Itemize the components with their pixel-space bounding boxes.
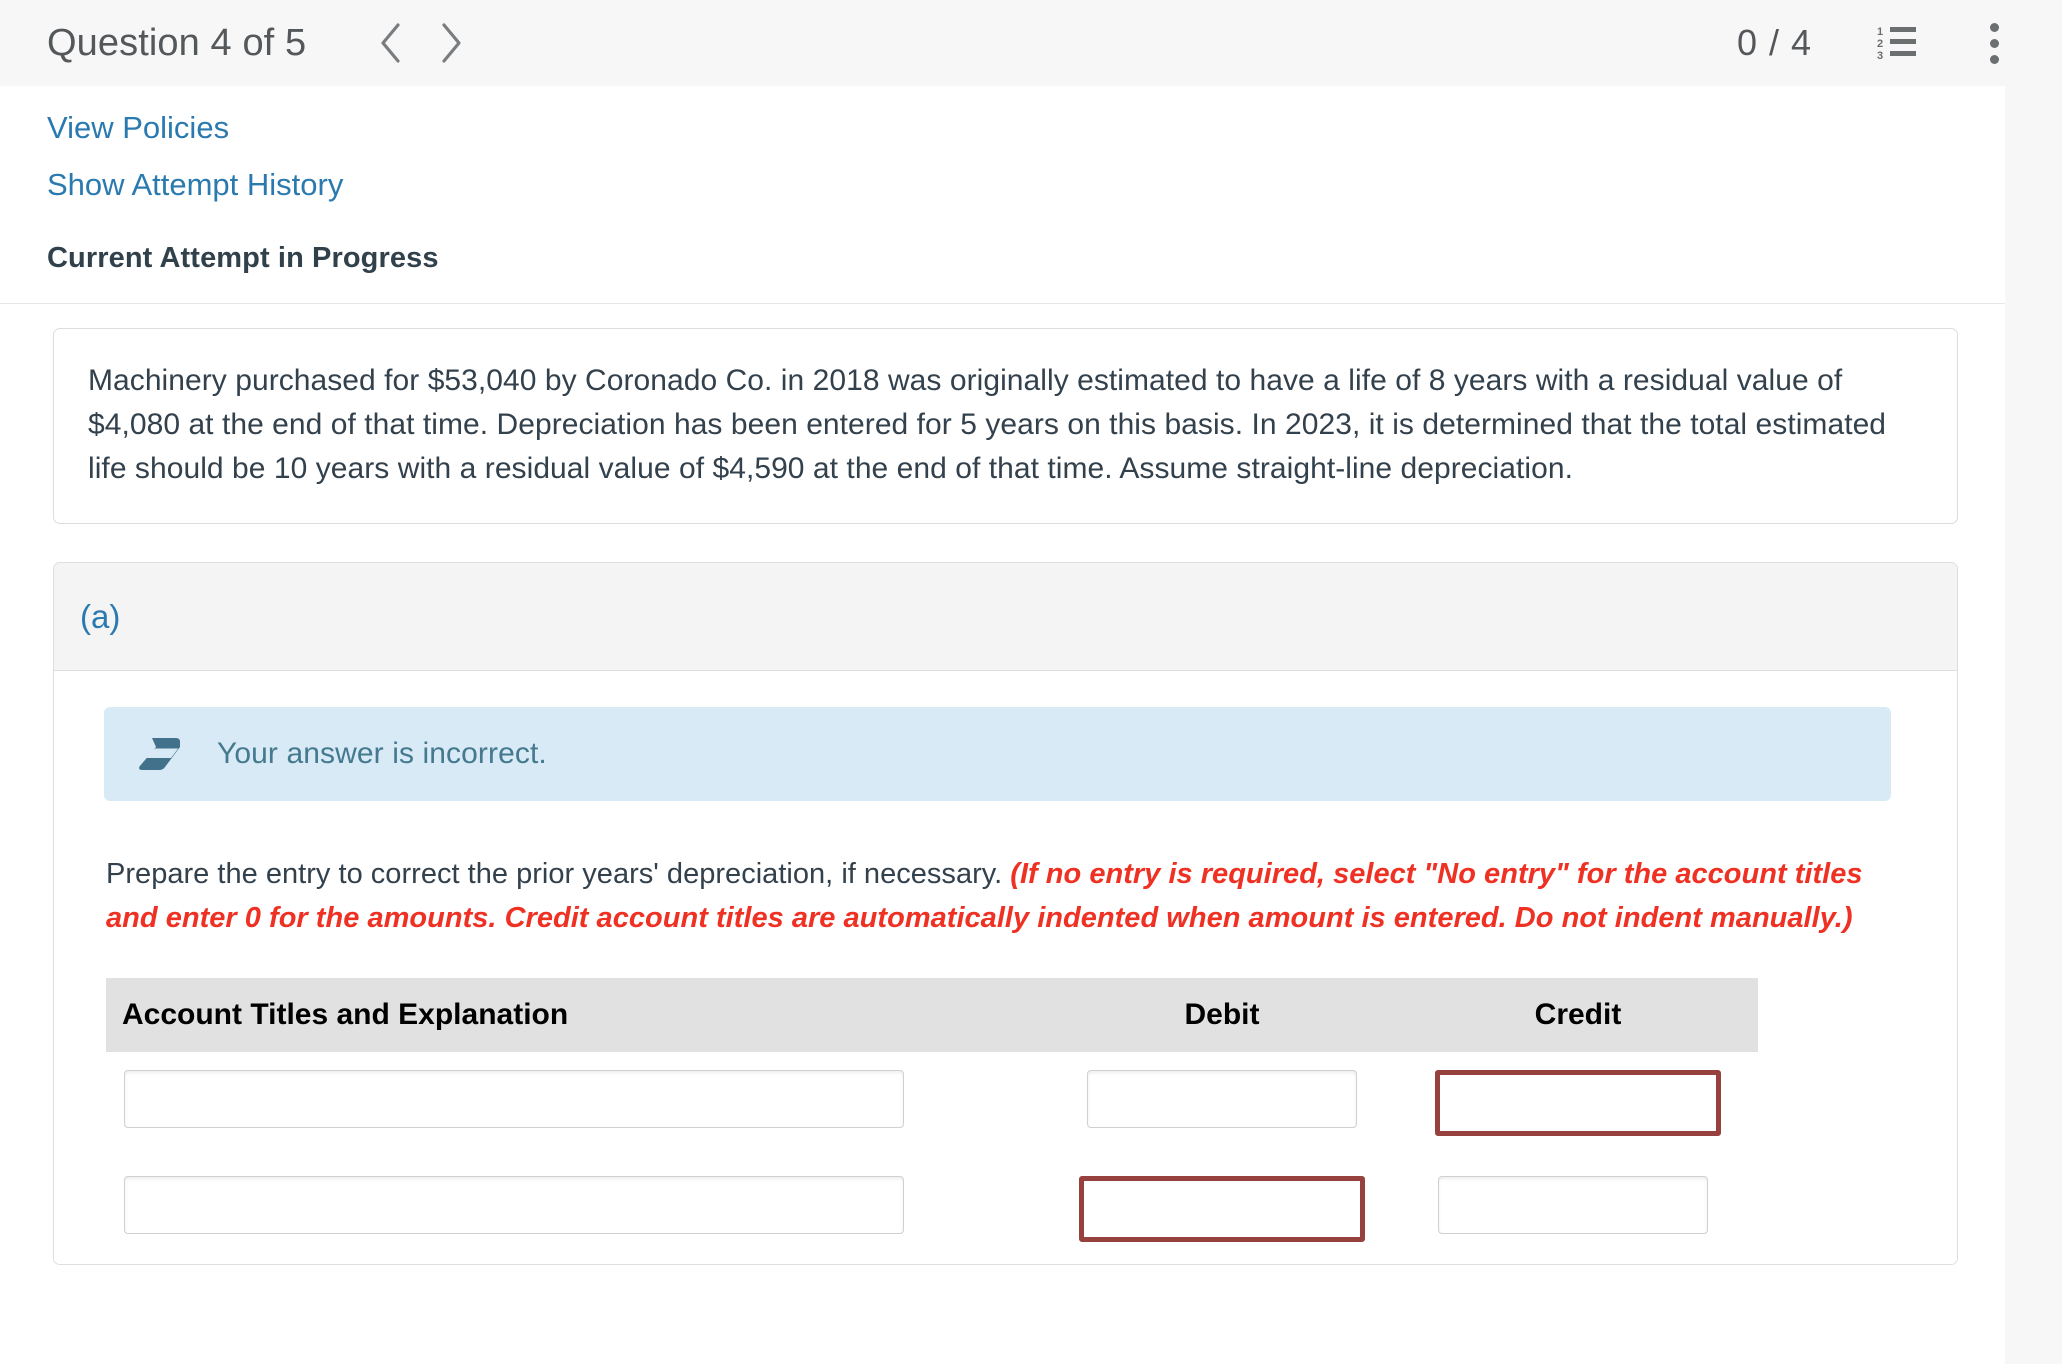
debit-amount-input-1[interactable] [1087, 1070, 1357, 1129]
eraser-icon [135, 734, 183, 774]
top-bar: Question 4 of 5 0 / 4 1 2 3 [0, 0, 2062, 86]
cell-credit-1 [1398, 1070, 1758, 1137]
column-header-account: Account Titles and Explanation [122, 998, 569, 1032]
part-label: (a) [80, 597, 121, 635]
numbered-list-icon: 1 2 3 [1877, 26, 1917, 62]
column-header-debit: Debit [1184, 998, 1260, 1032]
table-header-row: Account Titles and Explanation Debit Cre… [106, 978, 1758, 1053]
list-number-3: 3 [1877, 50, 1884, 62]
list-number-1: 1 [1877, 26, 1884, 38]
kebab-dot-2 [1989, 38, 1999, 48]
table-row [106, 1158, 1758, 1264]
journal-entry-table: Account Titles and Explanation Debit Cre… [106, 978, 1758, 1264]
cell-debit-2 [1046, 1176, 1398, 1243]
table-row [106, 1052, 1758, 1158]
account-title-input-1[interactable] [124, 1070, 904, 1129]
question-text: Machinery purchased for $53,040 by Coron… [88, 364, 1887, 486]
more-options-button[interactable] [1970, 15, 2018, 71]
cell-debit-1 [1046, 1070, 1398, 1129]
top-bar-right: 0 / 4 1 2 3 [1737, 0, 2062, 86]
task-instruction: Prepare the entry to correct the prior y… [106, 853, 1897, 940]
answer-feedback-text: Your answer is incorrect. [217, 737, 547, 771]
quiz-page: Question 4 of 5 0 / 4 1 2 3 View Policie… [0, 0, 2062, 1364]
cell-credit-2 [1398, 1176, 1758, 1235]
part-a-header: (a) [54, 563, 1957, 672]
chevron-right-icon [438, 22, 464, 64]
content-panel: View Policies Show Attempt History Curre… [0, 86, 2005, 1364]
credit-amount-input-1[interactable] [1435, 1070, 1721, 1137]
account-title-input-2[interactable] [124, 1176, 904, 1235]
question-navigation [361, 13, 481, 73]
question-list-button[interactable]: 1 2 3 [1870, 16, 1924, 70]
list-bar-3 [1890, 51, 1916, 56]
cell-account-1 [106, 1070, 1046, 1129]
section-divider [0, 303, 2005, 304]
column-header-credit: Credit [1534, 998, 1622, 1032]
chevron-left-icon [378, 22, 404, 64]
score-display: 0 / 4 [1736, 22, 1812, 63]
view-policies-link[interactable]: View Policies [47, 112, 229, 143]
list-bar-2 [1890, 39, 1916, 44]
policy-links: View Policies Show Attempt History [0, 86, 2005, 200]
next-question-button[interactable] [421, 13, 481, 73]
previous-question-button[interactable] [361, 13, 421, 73]
question-statement-box: Machinery purchased for $53,040 by Coron… [53, 328, 1958, 525]
attempt-status-heading: Current Attempt in Progress [47, 242, 439, 274]
answer-feedback-banner: Your answer is incorrect. [104, 707, 1891, 802]
credit-amount-input-2[interactable] [1438, 1176, 1708, 1235]
debit-amount-input-2[interactable] [1079, 1176, 1365, 1243]
kebab-menu-icon [1989, 22, 1999, 32]
part-a-panel: (a) Your answer is incorrect. Prepare th… [53, 562, 1958, 1266]
part-a-body: Your answer is incorrect. Prepare the en… [54, 671, 1957, 1265]
list-number-2: 2 [1877, 38, 1884, 50]
show-attempt-history-link[interactable]: Show Attempt History [47, 169, 343, 200]
kebab-dot-3 [1989, 54, 1999, 64]
list-bar-1 [1890, 27, 1916, 32]
page-title: Question 4 of 5 [47, 21, 307, 64]
instruction-main-text: Prepare the entry to correct the prior y… [106, 858, 1011, 891]
cell-account-2 [106, 1176, 1046, 1235]
